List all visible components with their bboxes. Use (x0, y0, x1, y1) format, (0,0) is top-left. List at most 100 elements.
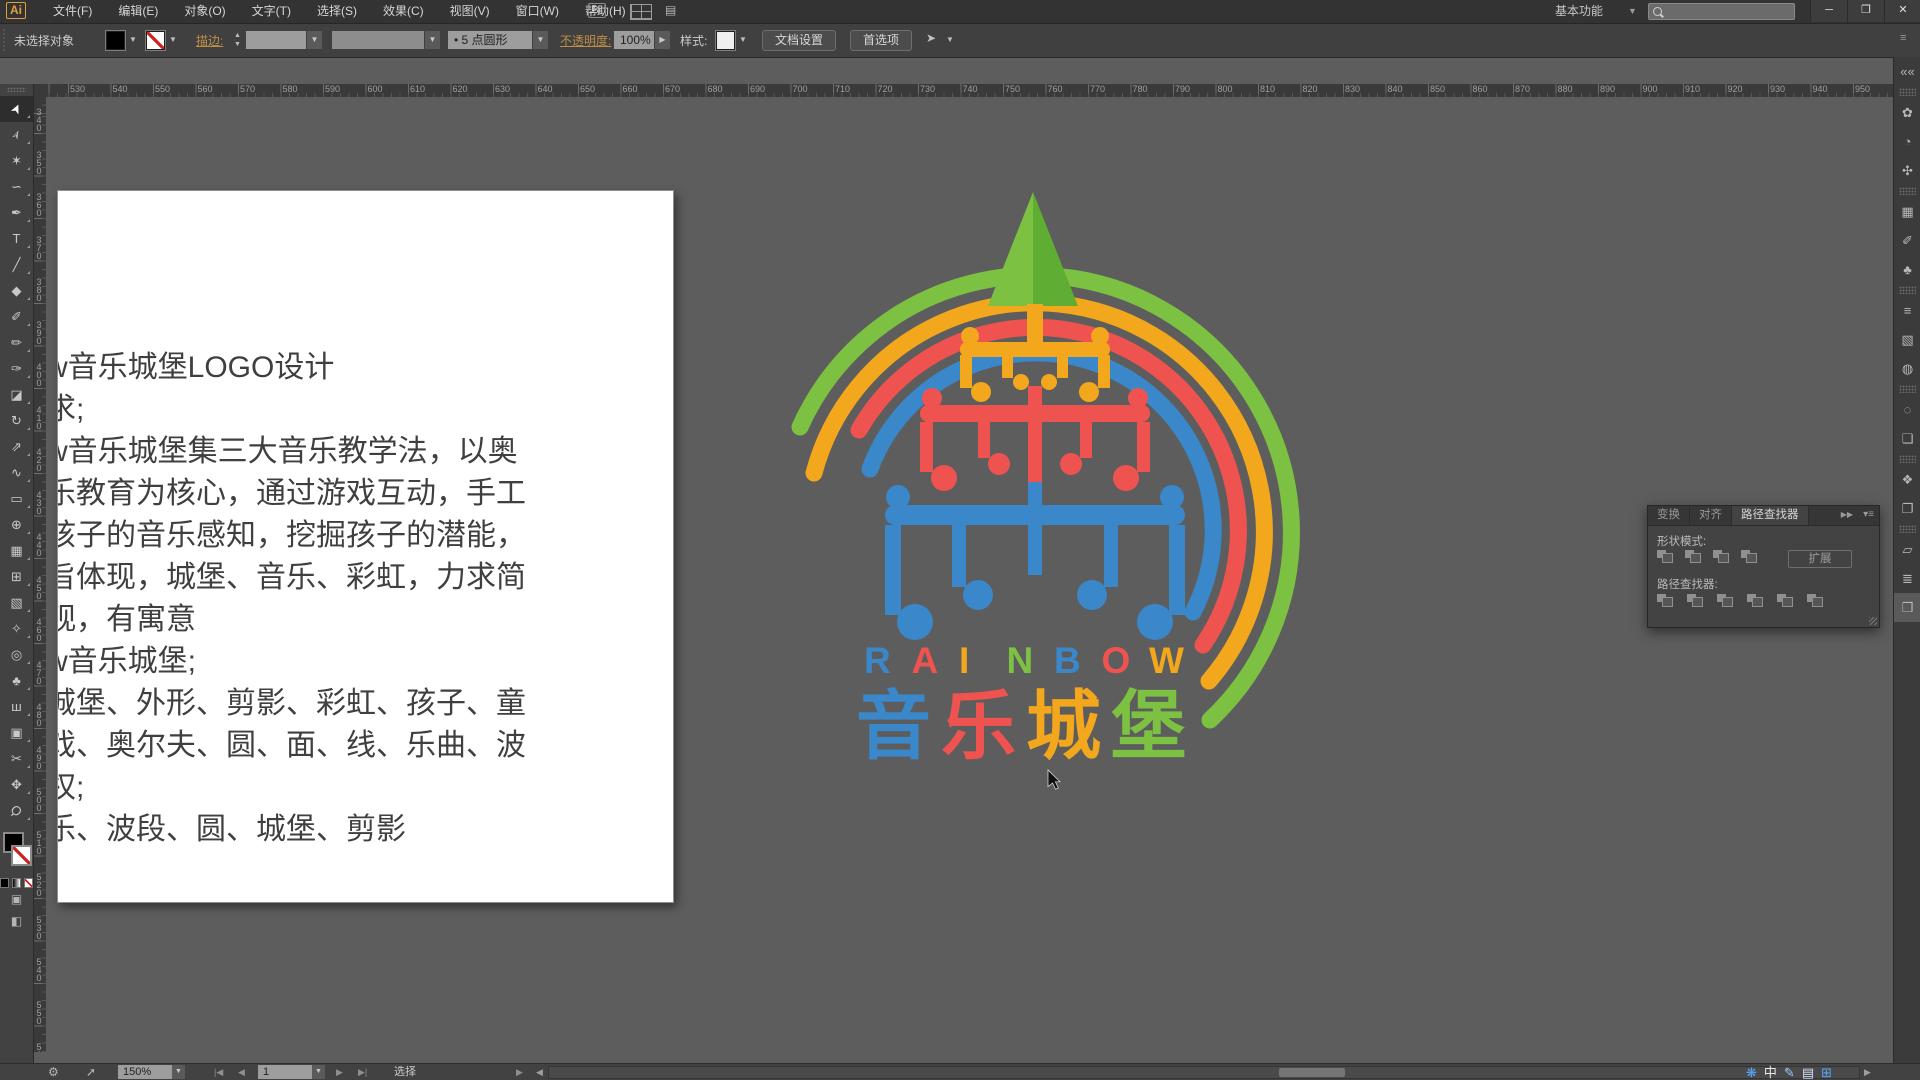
shape-builder-tool[interactable]: ⊕ (0, 512, 33, 538)
transparency-panel-icon[interactable]: ◍ (1894, 354, 1920, 383)
panel-resize-handle[interactable] (1869, 617, 1877, 625)
zoom-dropdown-icon[interactable]: ▼ (172, 1065, 185, 1079)
stroke-stepper[interactable]: ▲▼ (232, 31, 243, 49)
minus-front-icon[interactable] (1685, 550, 1701, 563)
eyedropper-tool[interactable]: ✧ (0, 616, 33, 642)
stroke-dropdown-icon[interactable]: ▼ (167, 31, 179, 48)
layers-panel-icon[interactable]: ❖ (1894, 465, 1920, 494)
preferences-button[interactable]: 首选项 (850, 30, 912, 51)
artboards-panel-icon[interactable]: ❐ (1894, 494, 1920, 523)
color-guide-panel-icon[interactable]: ◔ (1894, 127, 1920, 156)
divide-icon[interactable] (1657, 594, 1673, 607)
stroke-panel-icon[interactable]: ≡ (1894, 296, 1920, 325)
style-swatch[interactable] (716, 31, 735, 50)
artboard-number-input[interactable]: 1 (258, 1065, 312, 1079)
gradient-chip[interactable] (12, 878, 21, 888)
lasso-tool[interactable]: ∽ (0, 174, 33, 200)
brushes-panel-icon[interactable]: ✐ (1894, 226, 1920, 255)
hand-tool[interactable]: ✥ (0, 772, 33, 798)
gradient-panel-icon[interactable]: ▧ (1894, 325, 1920, 354)
artboard-tool[interactable]: ▣ (0, 720, 33, 746)
shape-tool[interactable]: ◆ (0, 278, 33, 304)
menu-item[interactable]: 窗口(W) (503, 0, 572, 23)
recolor-artwork-panel-icon[interactable]: ✣ (1894, 156, 1920, 185)
eraser-tool[interactable]: ◪ (0, 382, 33, 408)
blob-brush-tool[interactable]: ✑ (0, 356, 33, 382)
panel-expander-icon[interactable]: ▶▶ (1841, 510, 1853, 519)
magic-wand-tool[interactable]: ✶ (0, 148, 33, 174)
status-settings-icon[interactable]: ⚙ (48, 1064, 59, 1080)
blend-tool[interactable]: ◎ (0, 642, 33, 668)
next-artboard-icon[interactable]: ▶ (336, 1064, 343, 1080)
scale-tool[interactable]: ⇗ (0, 434, 33, 460)
bridge-button[interactable]: Br (588, 3, 606, 18)
search-input[interactable] (1648, 3, 1795, 20)
column-graph-tool[interactable]: ш (0, 694, 33, 720)
stroke-color-swatch[interactable] (146, 31, 165, 50)
none-chip[interactable] (24, 878, 33, 888)
brush-definition-select[interactable]: • 5 点圆形 (448, 31, 544, 49)
panel-tab[interactable]: 路径查找器 (1732, 506, 1809, 525)
fill-color-swatch[interactable] (106, 31, 125, 50)
menu-item[interactable]: 文字(T) (239, 0, 304, 23)
fill-dropdown-icon[interactable]: ▼ (127, 31, 139, 48)
menu-item[interactable]: 视图(V) (437, 0, 503, 23)
minimize-button[interactable]: ─ (1810, 0, 1847, 22)
mesh-tool[interactable]: ⊞ (0, 564, 33, 590)
status-export-icon[interactable]: ➚ (86, 1064, 96, 1080)
ime-lang-icon[interactable]: 中 (1764, 1064, 1777, 1080)
align-panel-icon[interactable]: ≣ (1894, 564, 1920, 593)
panel-tab[interactable]: 对齐 (1690, 506, 1732, 525)
prev-artboard-icon[interactable]: ◀ (238, 1064, 245, 1080)
width-tool[interactable]: ∿ (0, 460, 33, 486)
control-bar-menu-icon[interactable]: ≡ (1900, 32, 1906, 44)
color-chip[interactable] (0, 878, 9, 888)
opacity-label[interactable]: 不透明度: (560, 32, 611, 49)
unite-icon[interactable] (1657, 550, 1673, 563)
menu-item[interactable]: 编辑(E) (105, 0, 171, 23)
zoom-level-select[interactable]: 150% (118, 1065, 172, 1079)
menu-item[interactable]: 对象(O) (171, 0, 238, 23)
stroke-none-swatch[interactable] (11, 845, 32, 866)
ime-paw-icon[interactable]: ❋ (1746, 1064, 1757, 1080)
trim-icon[interactable] (1687, 594, 1703, 607)
scroll-right-icon[interactable]: ▶ (1864, 1066, 1871, 1079)
transform-panel-icon[interactable]: ▱ (1894, 535, 1920, 564)
pencil-tool[interactable]: ✏ (0, 330, 33, 356)
gradient-tool[interactable]: ▧ (0, 590, 33, 616)
artboard-dropdown-icon[interactable]: ▼ (312, 1065, 325, 1079)
color-panel-icon[interactable]: ✿ (1894, 98, 1920, 127)
symbols-panel-icon[interactable]: ♣ (1894, 255, 1920, 284)
close-button[interactable]: ✕ (1884, 0, 1920, 22)
horizontal-scrollbar-thumb[interactable] (1279, 1068, 1345, 1077)
arrange-documents-icon[interactable] (630, 4, 652, 20)
minus-back-icon[interactable] (1807, 594, 1823, 607)
horizontal-ruler[interactable]: 5305405505605705805906006106206306406506… (46, 84, 1893, 98)
graphic-styles-panel-icon[interactable]: ❏ (1894, 424, 1920, 453)
stroke-weight-label[interactable]: 描边: (196, 32, 223, 49)
canvas[interactable]: w音乐城堡LOGO设计求;w音乐城堡集三大音乐教学法，以奥乐教育为核心，通过游戏… (46, 97, 1893, 1052)
zoom-tool[interactable]: Ϙ (0, 798, 33, 824)
line-segment-tool[interactable]: ╱ (0, 252, 33, 278)
crop-icon[interactable] (1747, 594, 1763, 607)
symbol-sprayer-tool[interactable]: ♣ (0, 668, 33, 694)
pen-tool[interactable]: ✒ (0, 200, 33, 226)
stroke-weight-input[interactable] (246, 31, 306, 49)
pathfinder-panel-icon[interactable]: ❒ (1894, 593, 1920, 622)
pointer-options-dropdown-icon[interactable]: ▼ (944, 31, 956, 48)
menu-item[interactable]: 文件(F) (40, 0, 105, 23)
appearance-panel-icon[interactable]: ◌ (1894, 395, 1920, 424)
intersect-icon[interactable] (1713, 550, 1729, 563)
style-dropdown-icon[interactable]: ▼ (737, 31, 749, 48)
slice-tool[interactable]: ✂ (0, 746, 33, 772)
brush-definition-dropdown-icon[interactable]: ▼ (532, 31, 548, 49)
ime-keyboard-icon[interactable]: ▤ (1802, 1064, 1814, 1080)
paintbrush-tool[interactable]: ✐ (0, 304, 33, 330)
panel-tab[interactable]: 变换 (1648, 506, 1690, 525)
workspace-switcher[interactable]: 基本功能 (1555, 0, 1603, 23)
ruler-corner[interactable] (33, 84, 47, 98)
variable-width-profile-select[interactable] (332, 31, 436, 49)
ime-grid-icon[interactable]: ⊞ (1821, 1064, 1832, 1080)
rotate-tool[interactable]: ↻ (0, 408, 33, 434)
outline-icon[interactable] (1777, 594, 1793, 607)
